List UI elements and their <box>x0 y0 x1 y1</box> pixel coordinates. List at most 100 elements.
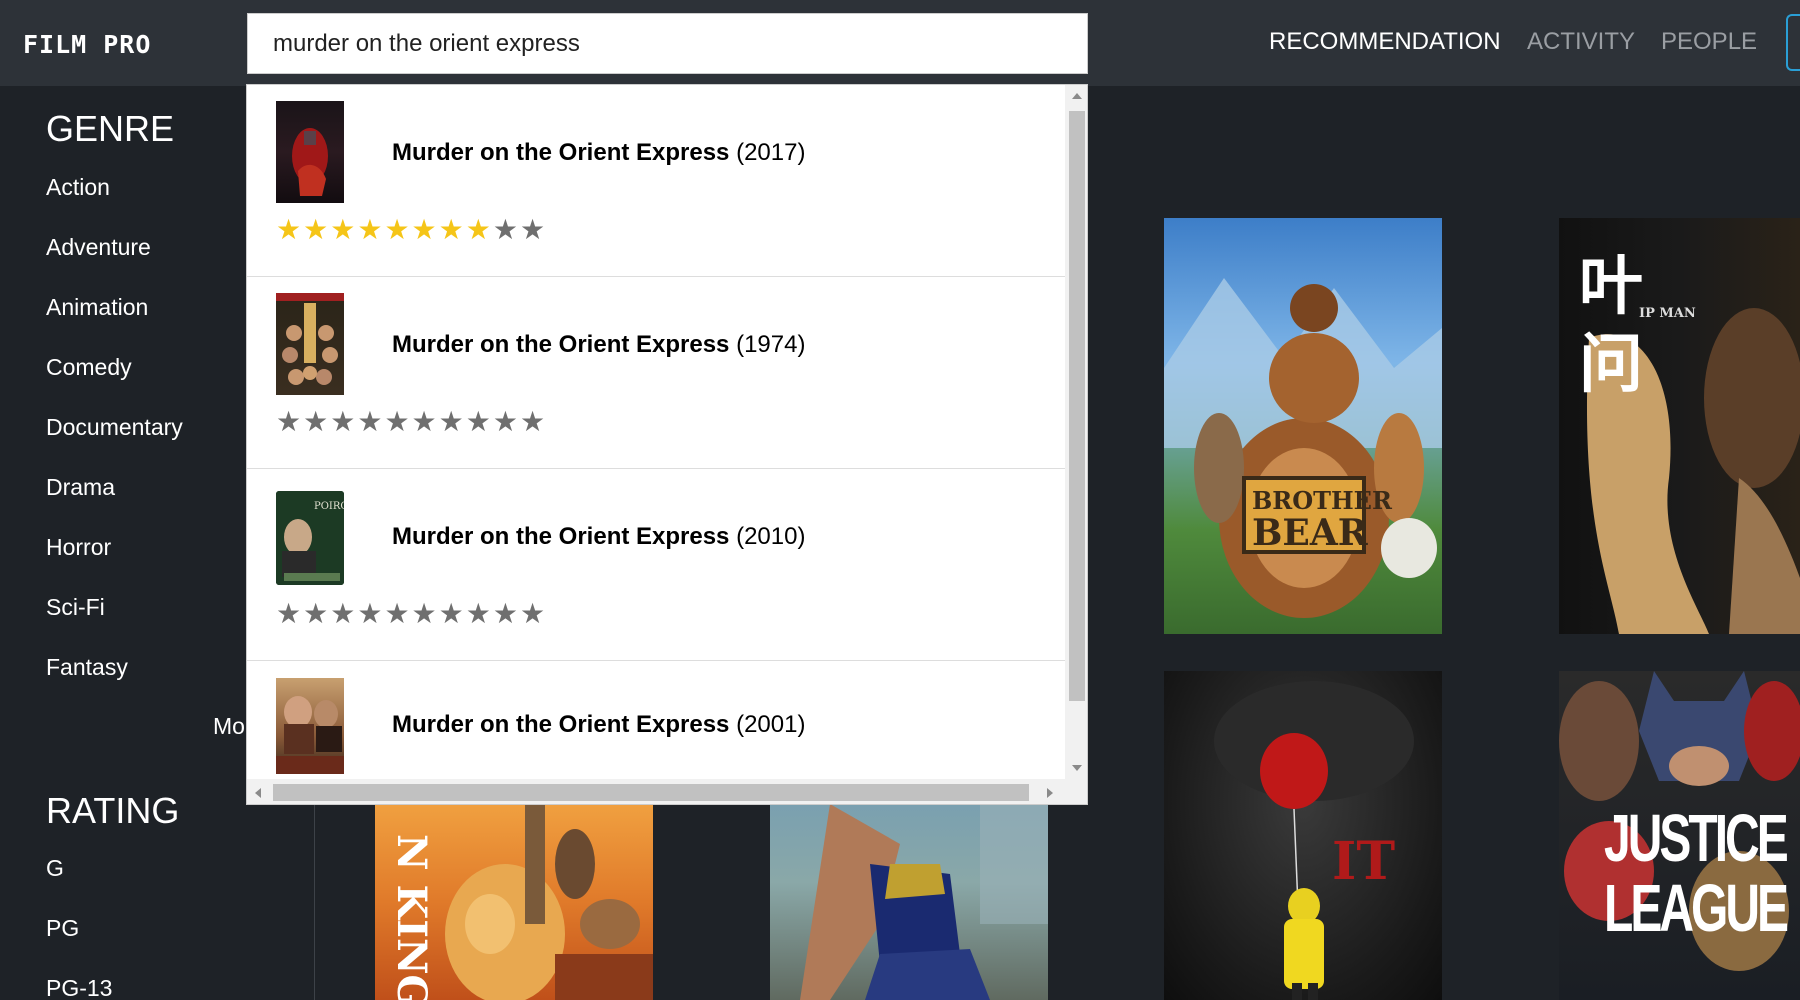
result-title: Murder on the Orient Express (2010) <box>392 523 805 551</box>
header-action-button[interactable] <box>1786 14 1800 71</box>
star-icon: ★ <box>330 405 358 438</box>
star-icon: ★ <box>303 597 331 630</box>
star-icon: ★ <box>330 597 358 630</box>
scroll-up-arrow-icon[interactable] <box>1072 93 1082 99</box>
star-icon: ★ <box>465 213 493 246</box>
search-result-item[interactable]: Murder on the Orient Express (2017) ★★★★… <box>247 85 1065 277</box>
vertical-scrollbar[interactable] <box>1065 85 1087 779</box>
ip-man-title-chinese: 叶 问 <box>1579 249 1643 402</box>
star-icon: ★ <box>276 405 304 438</box>
genre-item-documentary[interactable]: Documentary <box>46 414 183 441</box>
star-icon: ★ <box>411 405 439 438</box>
result-title-name: Murder on the Orient Express <box>392 331 730 358</box>
star-icon: ★ <box>465 597 493 630</box>
poirot-thumb-label: POIROT <box>314 501 344 512</box>
search-result-item[interactable]: POIROT Murder on the Orient Express (201… <box>247 469 1065 661</box>
horizontal-scrollbar[interactable] <box>247 779 1065 804</box>
star-icon: ★ <box>330 213 358 246</box>
genre-item-comedy[interactable]: Comedy <box>46 354 132 381</box>
lion-king-title: N KING <box>388 834 435 1000</box>
star-icon: ★ <box>384 213 412 246</box>
star-icon: ★ <box>357 213 385 246</box>
star-icon: ★ <box>384 405 412 438</box>
rating-item-pg-13[interactable]: PG-13 <box>46 975 112 1000</box>
rating-stars: ★★★★★★★★★★ <box>276 597 547 630</box>
thumbnail-artwork <box>276 293 344 385</box>
poster-justice-league[interactable]: JUSTICE LEAGUE <box>1559 671 1800 1000</box>
justice-league-title-line1: JUSTICE <box>1604 802 1789 877</box>
poster-brother-bear[interactable]: BROTHER BEAR <box>1164 218 1442 634</box>
brother-bear-title-line1: BROTHER <box>1252 486 1392 515</box>
search-result-item[interactable]: Murder on the Orient Express (1974) ★★★★… <box>247 277 1065 469</box>
search-input[interactable] <box>247 13 1088 74</box>
result-title: Murder on the Orient Express (1974) <box>392 331 805 359</box>
star-icon: ★ <box>384 597 412 630</box>
star-icon: ★ <box>492 405 520 438</box>
it-artwork <box>1214 681 1414 1000</box>
justice-league-title-line2: LEAGUE <box>1604 872 1789 947</box>
genre-item-drama[interactable]: Drama <box>46 474 115 501</box>
result-title-year: (2017) <box>736 139 806 166</box>
result-title-year: (1974) <box>736 331 806 358</box>
rating-item-g[interactable]: G <box>46 855 64 882</box>
genre-item-fantasy[interactable]: Fantasy <box>46 654 128 681</box>
result-title-year: (2010) <box>736 523 806 550</box>
scroll-down-arrow-icon[interactable] <box>1072 765 1082 771</box>
brother-bear-artwork <box>1164 278 1442 618</box>
poster-it[interactable]: IT <box>1164 671 1442 1000</box>
brother-bear-title-box: BROTHER BEAR <box>1242 476 1392 554</box>
rating-heading: RATING <box>46 790 180 831</box>
sidebar-divider <box>314 800 315 1000</box>
rating-item-pg[interactable]: PG <box>46 915 79 942</box>
star-icon: ★ <box>519 213 548 246</box>
nav-people[interactable]: PEOPLE <box>1661 28 1757 56</box>
result-thumbnail <box>276 678 344 774</box>
result-title: Murder on the Orient Express (2017) <box>392 139 805 167</box>
result-thumbnail: POIROT <box>276 491 344 585</box>
search-results-dropdown: Murder on the Orient Express (2017) ★★★★… <box>246 84 1088 805</box>
top-header: FILM PRO RECOMMENDATION ACTIVITY PEOPLE <box>0 0 1800 86</box>
rating-stars: ★★★★★★★★★★ <box>276 213 547 246</box>
star-icon: ★ <box>438 405 466 438</box>
star-icon: ★ <box>303 405 331 438</box>
scroll-right-arrow-icon[interactable] <box>1047 788 1053 798</box>
genre-more-link[interactable]: Mo <box>213 713 245 740</box>
star-icon: ★ <box>276 597 304 630</box>
thumbnail-artwork <box>276 696 344 774</box>
thumbnail-artwork <box>292 128 328 196</box>
star-icon: ★ <box>519 597 548 630</box>
poster-ip-man[interactable]: 叶 问 IP MAN <box>1559 218 1800 634</box>
rating-stars: ★★★★★★★★★★ <box>276 405 547 438</box>
genre-item-animation[interactable]: Animation <box>46 294 148 321</box>
vertical-scroll-thumb[interactable] <box>1069 111 1085 701</box>
result-title: Murder on the Orient Express (2001) <box>392 711 805 739</box>
scroll-left-arrow-icon[interactable] <box>255 788 261 798</box>
genre-item-sci-fi[interactable]: Sci-Fi <box>46 594 105 621</box>
nav-activity[interactable]: ACTIVITY <box>1527 28 1635 56</box>
star-icon: ★ <box>492 597 520 630</box>
result-title-name: Murder on the Orient Express <box>392 523 730 550</box>
result-title-name: Murder on the Orient Express <box>392 711 730 738</box>
app-logo[interactable]: FILM PRO <box>23 30 151 59</box>
wonder-woman-artwork <box>800 804 1048 1000</box>
nav-recommendation[interactable]: RECOMMENDATION <box>1269 28 1501 56</box>
star-icon: ★ <box>357 405 385 438</box>
genre-item-adventure[interactable]: Adventure <box>46 234 151 261</box>
result-thumbnail <box>276 101 344 203</box>
star-icon: ★ <box>465 405 493 438</box>
genre-item-horror[interactable]: Horror <box>46 534 111 561</box>
star-icon: ★ <box>438 597 466 630</box>
result-thumbnail <box>276 293 344 395</box>
star-icon: ★ <box>411 597 439 630</box>
star-icon: ★ <box>276 213 304 246</box>
ip-man-subtitle: IP MAN <box>1639 306 1696 321</box>
poster-lion-king[interactable]: N KING <box>375 804 653 1000</box>
genre-item-action[interactable]: Action <box>46 174 110 201</box>
result-title-name: Murder on the Orient Express <box>392 139 730 166</box>
star-icon: ★ <box>411 213 439 246</box>
horizontal-scroll-thumb[interactable] <box>273 784 1029 801</box>
scrollbar-corner <box>1065 779 1087 804</box>
star-icon: ★ <box>438 213 466 246</box>
star-icon: ★ <box>303 213 331 246</box>
poster-wonder-woman[interactable] <box>770 804 1048 1000</box>
